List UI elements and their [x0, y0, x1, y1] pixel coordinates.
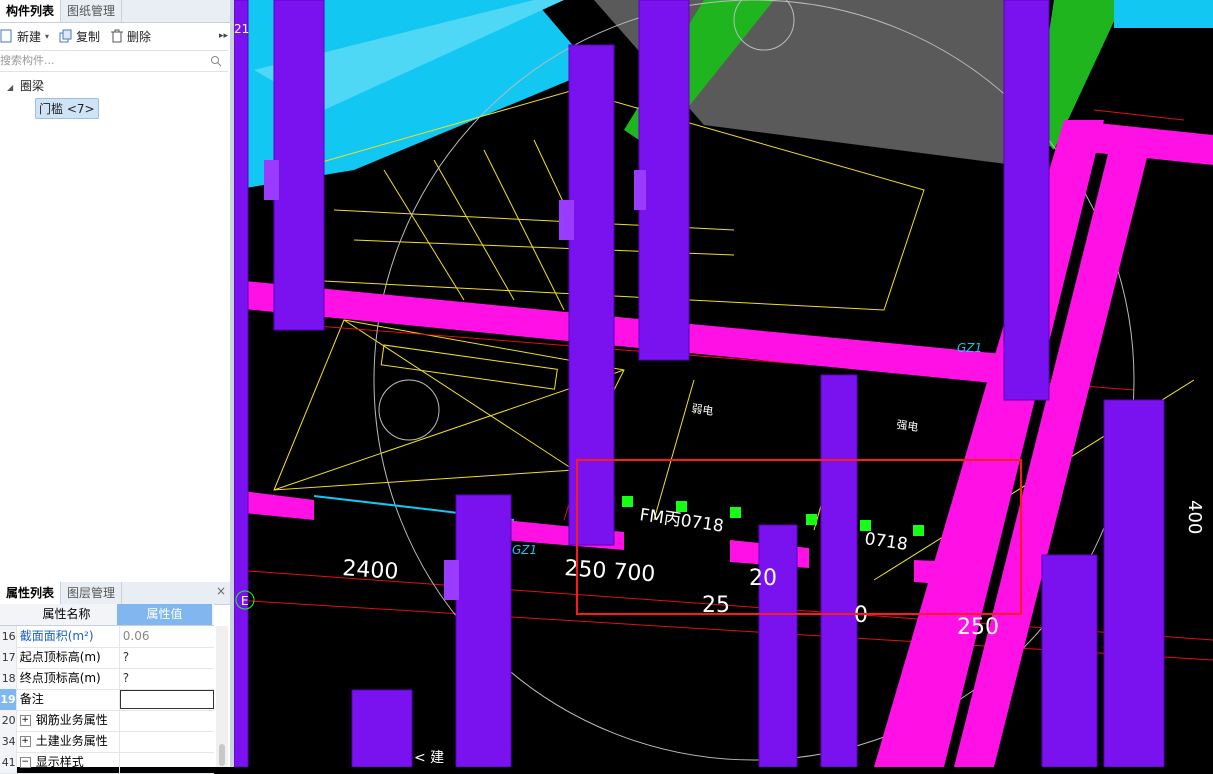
new-file-icon: [0, 29, 12, 43]
small-circle: [378, 379, 440, 441]
tree-category-node[interactable]: ◢ 圈梁: [7, 77, 44, 94]
label-strong-power: 强电: [896, 418, 920, 434]
delete-button[interactable]: 删除: [110, 28, 151, 45]
property-scrollbar[interactable]: [216, 626, 228, 767]
expand-icon[interactable]: +: [19, 736, 31, 747]
property-name: 截面面积(m²): [17, 626, 120, 647]
remark-input[interactable]: [119, 690, 214, 709]
property-group: − 显示样式: [17, 752, 120, 773]
close-icon[interactable]: ×: [216, 584, 226, 598]
row-number: 18: [0, 668, 17, 689]
new-button-label: 新建: [17, 29, 42, 44]
row-number: 20: [0, 710, 17, 731]
component-toolbar: 新建 ▾ 复制 删除 ▸▸: [0, 24, 230, 48]
property-value: [120, 731, 214, 752]
search-input[interactable]: 搜索构件...: [0, 54, 55, 67]
dropdown-arrow-icon[interactable]: ▾: [45, 32, 49, 41]
row-number: 34: [0, 731, 17, 752]
label-gz1: GZ1: [957, 341, 982, 355]
copy-button[interactable]: 复制: [59, 28, 100, 45]
more-options-icon[interactable]: ▸▸: [219, 31, 228, 41]
property-name: 备注: [17, 689, 120, 710]
label-door-b: 0718: [863, 529, 909, 555]
component-search[interactable]: 搜索构件...: [0, 50, 228, 72]
left-panel: 构件列表 图纸管理 新建 ▾ 复制 删除 ▸▸ 搜索构件... ◢ 圈梁 门槛 …: [0, 0, 231, 774]
header-name: 属性名称: [42, 607, 91, 621]
row-number: 19: [0, 689, 17, 710]
tree-item-threshold[interactable]: 门槛 <7>: [35, 98, 99, 119]
label-door-a: FM丙0718: [638, 505, 725, 537]
row-number: 41: [0, 752, 17, 773]
property-row-selected[interactable]: 19 备注: [0, 689, 214, 711]
search-icon[interactable]: [210, 55, 222, 67]
label-top-number: 21: [234, 22, 249, 36]
property-name: 钢筋业务属性: [35, 713, 108, 727]
label-bottom: < 建: [414, 750, 444, 766]
property-table-header: 属性名称 属性值: [0, 604, 214, 626]
property-row-group[interactable]: 41 − 显示样式: [0, 752, 214, 774]
trash-icon: [111, 29, 124, 43]
tab-layer-management[interactable]: 图层管理: [61, 582, 123, 604]
header-value: 属性值: [117, 604, 212, 625]
copy-button-label: 复制: [76, 29, 101, 44]
property-row[interactable]: 18 终点顶标高(m) ?: [0, 668, 214, 690]
dim-right: 400: [1184, 500, 1205, 534]
delete-button-label: 删除: [127, 29, 152, 44]
new-button[interactable]: 新建 ▾: [0, 28, 49, 45]
component-tabs: 构件列表 图纸管理: [0, 0, 230, 23]
property-value: [120, 710, 214, 731]
property-value[interactable]: 0.06: [120, 626, 214, 647]
property-value[interactable]: ?: [120, 647, 214, 668]
dim-0: 0: [854, 603, 868, 628]
model-viewport[interactable]: 弱电 强电 FM丙0718 0718 2400 250 700 20 25 0 …: [234, 0, 1213, 767]
tree-category-label: 圈梁: [19, 79, 44, 93]
property-row-group[interactable]: 20 + 钢筋业务属性: [0, 710, 214, 732]
property-row[interactable]: 17 起点顶标高(m) ?: [0, 647, 214, 669]
header-index: [0, 604, 16, 625]
stair-slab-right: [1114, 0, 1213, 28]
property-tabs: 属性列表 图层管理 ×: [0, 582, 230, 605]
dim-20: 20: [749, 566, 777, 591]
property-group: + 钢筋业务属性: [17, 710, 120, 731]
property-name: 终点顶标高(m): [17, 668, 120, 689]
scroll-thumb[interactable]: [219, 744, 225, 766]
label-weak-power: 弱电: [691, 402, 715, 418]
property-name: 起点顶标高(m): [17, 647, 120, 668]
property-row-group[interactable]: 34 + 土建业务属性: [0, 731, 214, 753]
collapse-icon[interactable]: −: [19, 757, 31, 768]
tab-property-list[interactable]: 属性列表: [0, 582, 62, 604]
collapse-triangle-icon[interactable]: ◢: [7, 83, 13, 92]
property-value: [120, 752, 214, 773]
dim-250: 250: [957, 615, 999, 640]
expand-icon[interactable]: +: [19, 715, 31, 726]
row-number: 17: [0, 647, 17, 668]
row-number: 16: [0, 626, 17, 647]
dim-2400: 2400: [342, 556, 400, 585]
property-group: + 土建业务属性: [17, 731, 120, 752]
label-gz1-left: GZ1: [512, 543, 537, 557]
label-axis-e: E: [241, 594, 249, 608]
copy-icon: [59, 29, 72, 43]
tab-component-list[interactable]: 构件列表: [0, 0, 62, 22]
3d-scene[interactable]: 弱电 强电 FM丙0718 0718 2400 250 700 20 25 0 …: [234, 0, 1213, 767]
property-name: 土建业务属性: [35, 734, 108, 748]
tab-drawing-management[interactable]: 图纸管理: [61, 0, 123, 22]
property-value[interactable]: ?: [120, 668, 214, 689]
property-row[interactable]: 16 截面面积(m²) 0.06: [0, 626, 214, 648]
